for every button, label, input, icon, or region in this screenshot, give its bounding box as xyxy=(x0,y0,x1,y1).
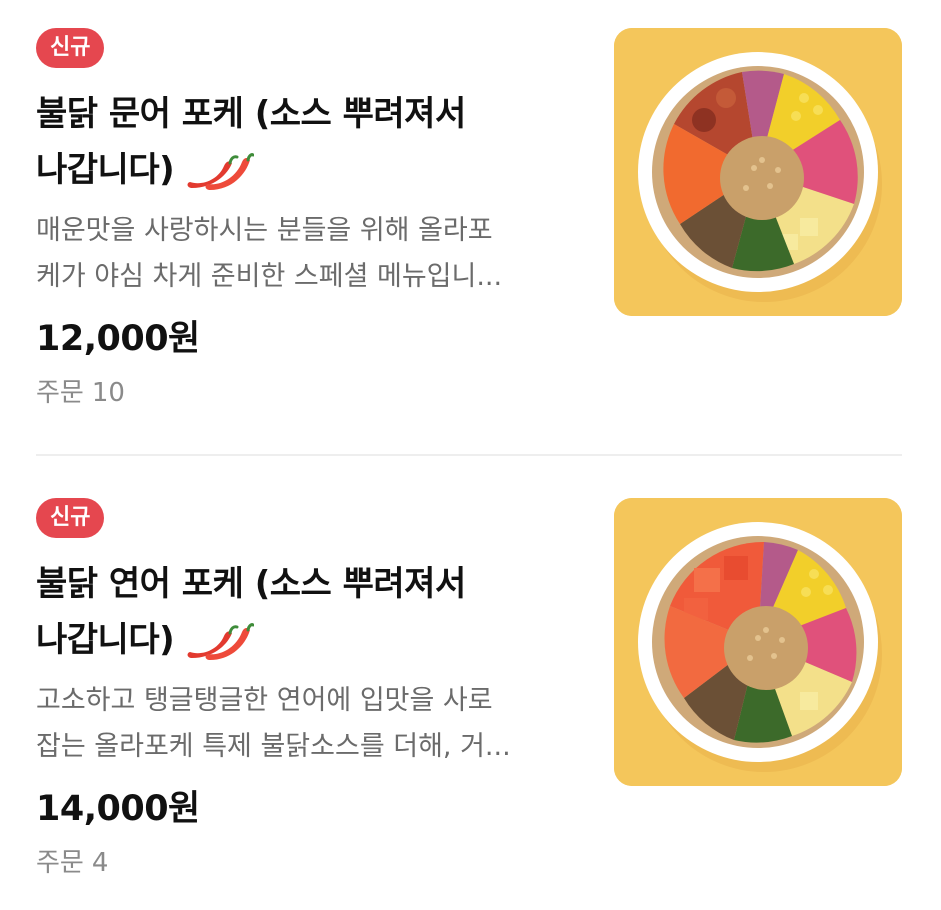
menu-item[interactable]: 신규 불닭 연어 포케 (소스 뿌려져서 나갑니다) 고소하고 탱글탱글한 연어… xyxy=(0,470,941,910)
menu-title: 불닭 연어 포케 (소스 뿌려져서 나갑니다) xyxy=(36,556,596,668)
menu-title-line2: 나갑니다) xyxy=(36,150,175,190)
menu-description-line2: 케가 야심 차게 준비한 스페셜 메뉴입니... xyxy=(36,261,503,292)
menu-description: 매운맛을 사랑하시는 분들을 위해 올라포 케가 야심 차게 준비한 스페셜 메… xyxy=(36,208,596,300)
menu-price: 14,000원 xyxy=(36,789,200,829)
menu-description: 고소하고 탱글탱글한 연어에 입맛을 사로 잡는 올라포케 특제 불닭소스를 더… xyxy=(36,678,596,770)
poke-bowl-image xyxy=(614,28,902,316)
order-count-label: 주문 xyxy=(36,378,84,408)
new-badge: 신규 xyxy=(36,28,105,68)
menu-title-line2: 나갑니다) xyxy=(36,620,175,660)
order-count-label: 주문 xyxy=(36,848,84,878)
menu-description-line2: 잡는 올라포케 특제 불닭소스를 더해, 거... xyxy=(36,731,511,762)
new-badge: 신규 xyxy=(36,498,105,538)
menu-thumbnail[interactable] xyxy=(614,28,902,316)
poke-bowl-image xyxy=(614,498,902,786)
menu-price: 12,000원 xyxy=(36,319,200,359)
order-count-value: 4 xyxy=(91,848,109,878)
order-count: 주문 10 xyxy=(36,372,125,409)
menu-thumbnail[interactable] xyxy=(614,498,902,786)
menu-description-line1: 고소하고 탱글탱글한 연어에 입맛을 사로 xyxy=(36,685,493,716)
order-count-value: 10 xyxy=(91,378,125,408)
menu-item[interactable]: 신규 불닭 문어 포케 (소스 뿌려져서 나갑니다) 매운맛을 사랑하시는 분들… xyxy=(0,0,941,440)
order-count: 주문 4 xyxy=(36,842,108,879)
menu-description-line1: 매운맛을 사랑하시는 분들을 위해 올라포 xyxy=(36,215,493,246)
menu-title-line1: 불닭 연어 포케 (소스 뿌려져서 xyxy=(36,564,466,604)
divider xyxy=(36,454,902,456)
chili-pepper-icon xyxy=(187,622,255,660)
menu-title: 불닭 문어 포케 (소스 뿌려져서 나갑니다) xyxy=(36,86,596,198)
chili-pepper-icon xyxy=(187,152,255,190)
menu-title-line1: 불닭 문어 포케 (소스 뿌려져서 xyxy=(36,94,466,134)
